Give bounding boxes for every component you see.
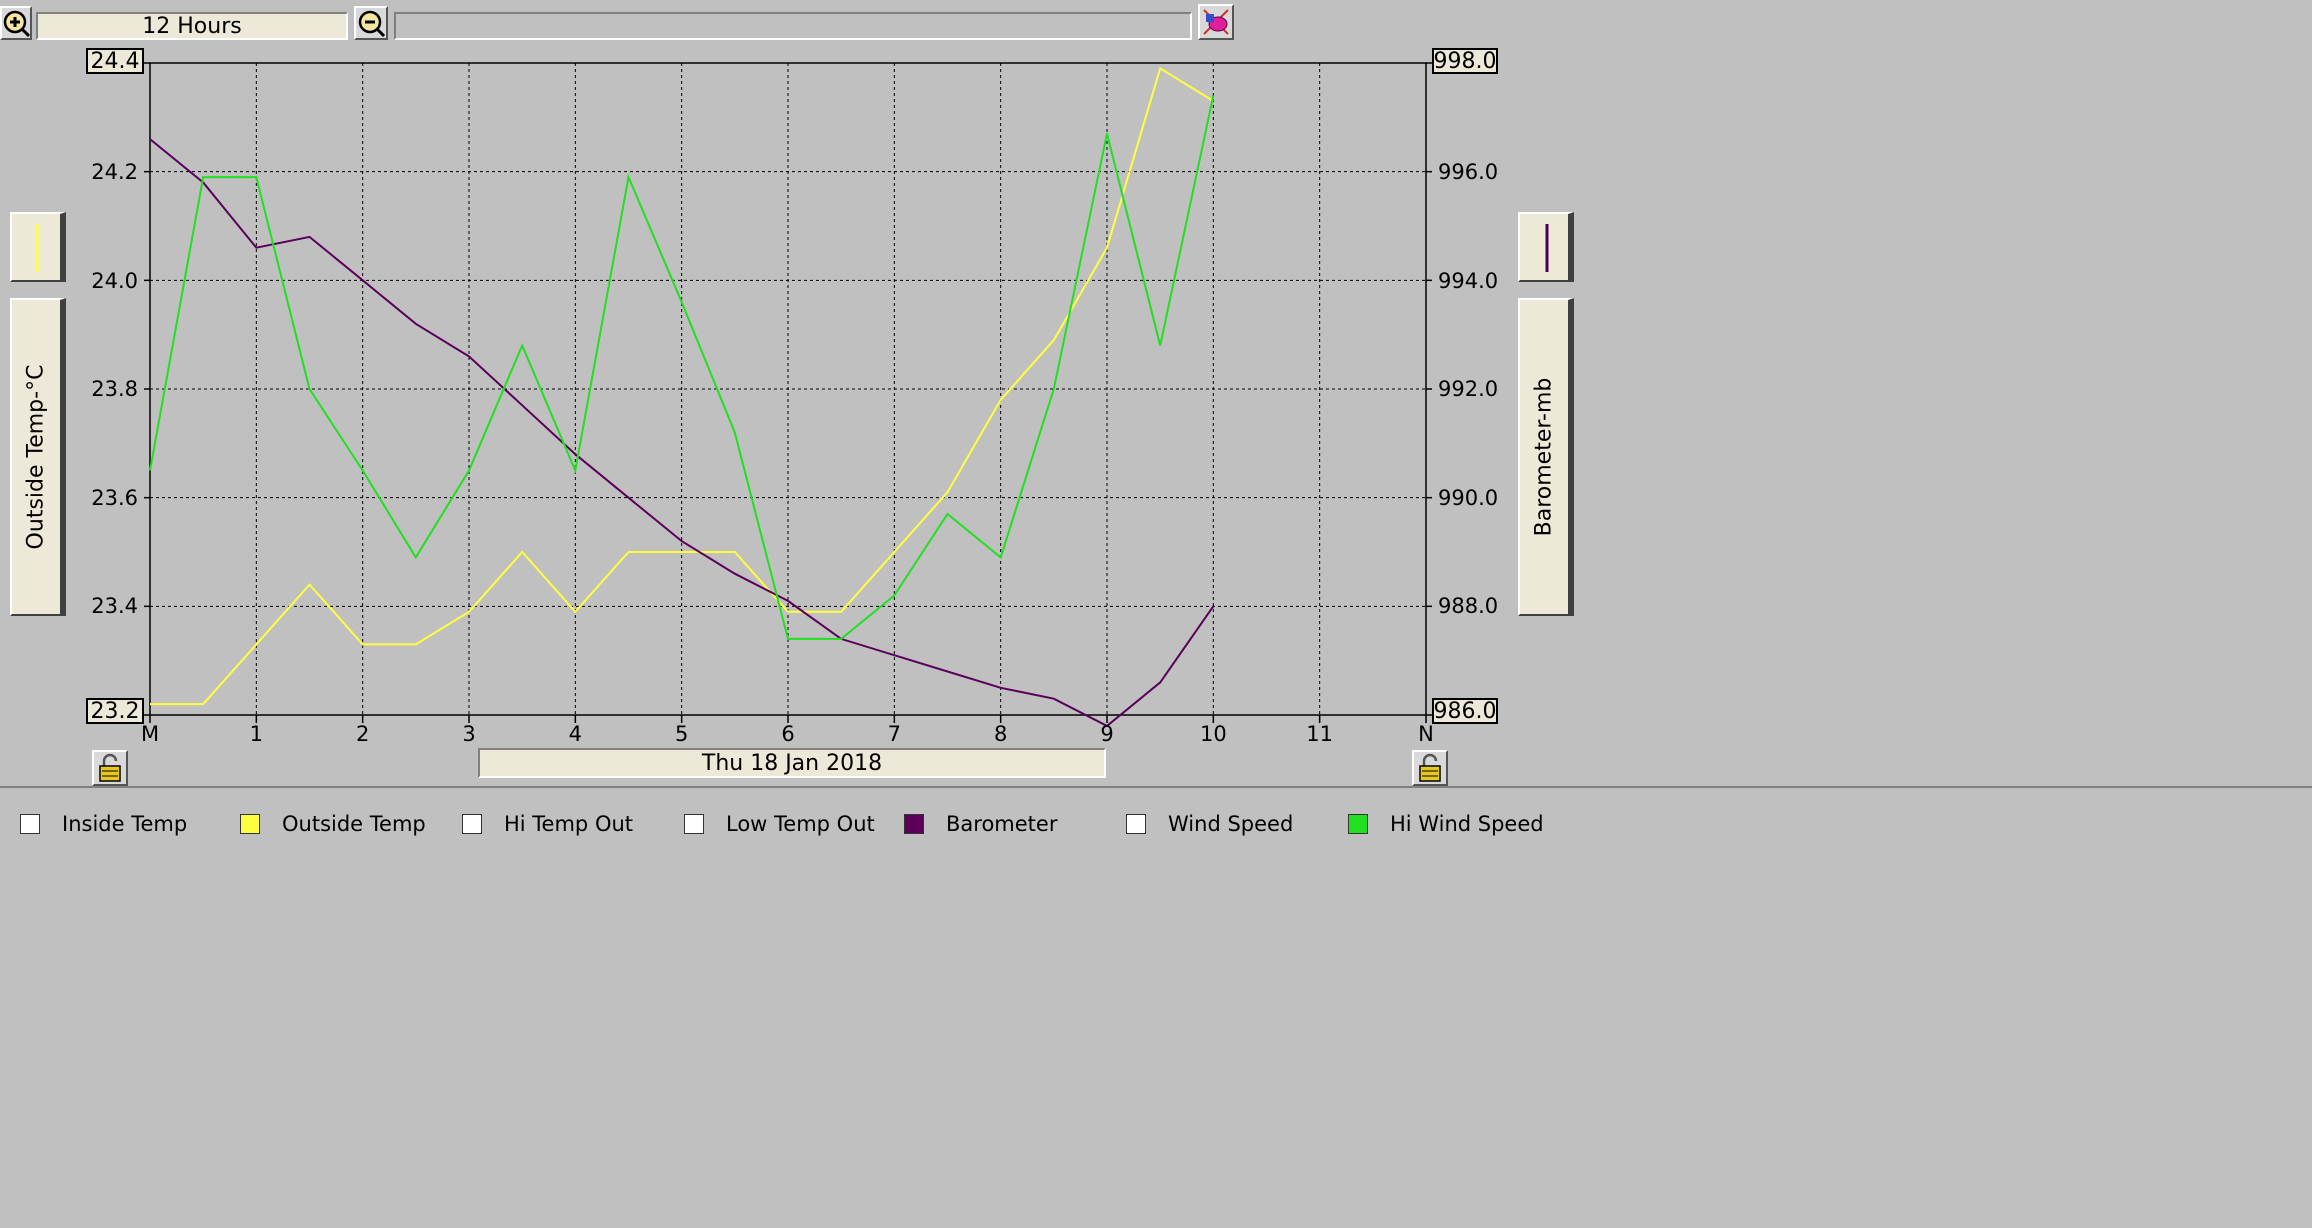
x-tick-label: 1 <box>249 722 264 746</box>
legend-checkbox[interactable] <box>684 814 704 834</box>
legend-checkbox[interactable] <box>462 814 482 834</box>
x-tick-label: 9 <box>1100 722 1114 746</box>
padlock-icon <box>99 753 121 782</box>
x-tick-label: M <box>140 722 160 746</box>
x-tick-label: 7 <box>887 722 902 746</box>
right-series-color-swatch <box>1545 224 1549 272</box>
legend-item-outside-temp[interactable]: Outside Temp <box>240 812 426 836</box>
right-axis-lock-button[interactable] <box>1412 750 1448 786</box>
left-axis-lock-button[interactable] <box>92 750 128 786</box>
x-tick-label: 11 <box>1306 722 1334 746</box>
legend-label: Barometer <box>946 812 1058 836</box>
legend-label: Low Temp Out <box>726 812 875 836</box>
date-field[interactable]: Thu 18 Jan 2018 <box>478 748 1106 778</box>
right-series-color-button[interactable] <box>1518 212 1574 282</box>
legend-label: Hi Temp Out <box>504 812 634 836</box>
legend-label: Hi Wind Speed <box>1390 812 1544 836</box>
legend-item-hi-temp-out[interactable]: Hi Temp Out <box>462 812 633 836</box>
x-tick-label: 10 <box>1199 722 1227 746</box>
date-label: Thu 18 Jan 2018 <box>701 750 883 776</box>
x-tick-label: 3 <box>462 722 476 746</box>
legend-checkbox[interactable] <box>1348 814 1368 834</box>
legend-checkbox[interactable] <box>20 814 40 834</box>
padlock-icon <box>1419 753 1441 782</box>
x-tick-label: 5 <box>674 722 689 746</box>
right-axis-label-panel[interactable]: Barometer-mb <box>1518 298 1574 616</box>
legend-item-low-temp-out[interactable]: Low Temp Out <box>684 812 875 836</box>
x-tick-label: 8 <box>993 722 1008 746</box>
legend-label: Wind Speed <box>1168 812 1294 836</box>
chart-grid <box>144 62 1432 723</box>
legend-checkbox[interactable] <box>904 814 924 834</box>
right-axis-label: Barometer-mb <box>1531 377 1557 537</box>
legend-item-wind-speed[interactable]: Wind Speed <box>1126 812 1293 836</box>
legend-checkbox[interactable] <box>1126 814 1146 834</box>
legend-bar: Inside Temp Outside Temp Hi Temp Out Low Te… <box>0 786 2312 1228</box>
legend-label: Inside Temp <box>62 812 188 836</box>
x-tick-label: N <box>1418 722 1434 746</box>
chart-plot[interactable] <box>0 0 1520 760</box>
x-tick-label: 4 <box>568 722 583 746</box>
legend-item-hi-wind-speed[interactable]: Hi Wind Speed <box>1348 812 1544 836</box>
legend-checkbox[interactable] <box>240 814 260 834</box>
legend-item-barometer[interactable]: Barometer <box>904 812 1057 836</box>
legend-label: Outside Temp <box>282 812 426 836</box>
legend-item-inside-temp[interactable]: Inside Temp <box>20 812 187 836</box>
x-tick-label: 6 <box>781 722 795 746</box>
x-tick-label: 2 <box>355 722 370 746</box>
